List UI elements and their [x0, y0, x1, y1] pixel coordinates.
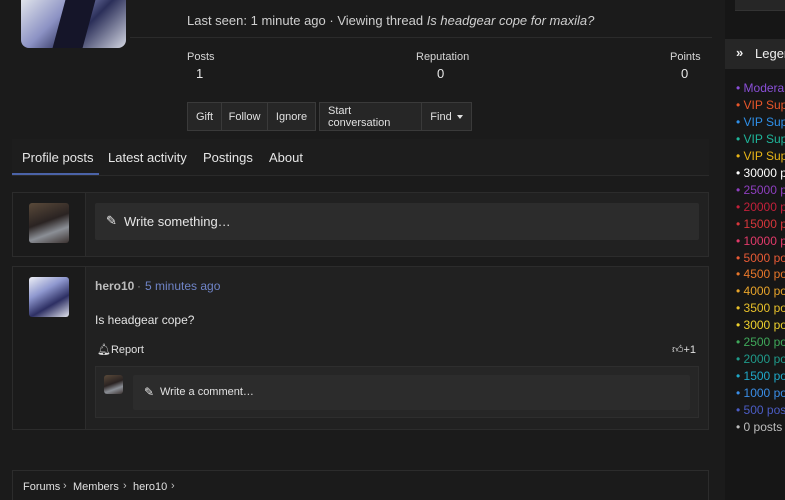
- breadcrumb-hero10[interactable]: hero10: [133, 481, 167, 493]
- stat-posts-label: Posts: [187, 51, 215, 63]
- tab-profile-posts[interactable]: Profile posts: [22, 150, 94, 165]
- write-comment-input[interactable]: ✎ Write a comment…: [133, 375, 690, 410]
- stat-posts-value[interactable]: 1: [196, 66, 203, 81]
- pencil-icon: ✎: [106, 213, 117, 228]
- main-content: Last seen: 1 minute ago · Viewing thread…: [0, 0, 725, 500]
- legend-item: • 2500 po: [736, 335, 785, 350]
- comment-avatar[interactable]: [104, 375, 123, 394]
- stat-points-label: Points: [670, 51, 701, 63]
- caret-down-icon: [456, 114, 463, 119]
- legend-item: • 1000 po: [736, 386, 785, 401]
- chevron-right-icon: ›: [63, 480, 67, 492]
- post-author-name[interactable]: hero10: [95, 279, 134, 293]
- find-label: Find: [430, 110, 452, 123]
- legend-item: • VIP Sup: [736, 114, 785, 129]
- chevron-right-icon: ›: [123, 480, 127, 492]
- legend-item: • 5000 po: [736, 250, 785, 265]
- report-label: Report: [110, 344, 144, 356]
- viewing-thread-link[interactable]: Is headgear cope for maxila?: [427, 13, 595, 28]
- stat-reputation-label: Reputation: [416, 51, 470, 63]
- like-label: +1: [683, 344, 697, 356]
- legend-item: • VIP Sup: [736, 131, 785, 146]
- legend-item: • 30000 p: [736, 165, 785, 180]
- legend-item: • 2000 po: [736, 352, 785, 367]
- find-menu-button[interactable]: Find: [422, 103, 471, 130]
- legend-item: • VIP Sup: [736, 148, 785, 163]
- composer-avatar[interactable]: [29, 203, 69, 243]
- pencil-icon: ✎: [144, 385, 155, 399]
- legend-item: • 1500 po: [736, 369, 785, 384]
- legend-item: • 10000 p: [736, 233, 785, 248]
- breadcrumb-members[interactable]: Members: [73, 481, 119, 493]
- like-button[interactable]: 👍︎+1: [672, 343, 696, 356]
- post-message: Is headgear cope?: [95, 313, 195, 327]
- report-button[interactable]: 🔔︎Report: [97, 343, 144, 356]
- gift-button[interactable]: Gift: [188, 103, 222, 130]
- start-conversation-button[interactable]: Start conversation: [320, 103, 422, 130]
- bell-icon: 🔔︎: [97, 344, 111, 356]
- write-comment-placeholder: Write a comment…: [160, 386, 254, 398]
- thumbs-up-icon: 👍︎: [672, 344, 684, 356]
- breadcrumb-forums[interactable]: Forums: [23, 481, 60, 493]
- stat-reputation-value: 0: [437, 66, 445, 81]
- post-timestamp[interactable]: 5 minutes ago: [145, 279, 220, 293]
- legend-item: • 25000 p: [736, 182, 785, 197]
- legend-item: • 500 pos: [736, 403, 785, 418]
- tab-latest-activity[interactable]: Latest activity: [108, 150, 187, 165]
- ignore-button[interactable]: Ignore: [268, 103, 315, 130]
- sidebar-top-block: [735, 0, 785, 11]
- legend-item: • 4000 po: [736, 284, 785, 299]
- write-something-placeholder: Write something…: [124, 214, 231, 229]
- double-chevron-right-icon: »: [736, 45, 744, 60]
- legend-item: • 20000 p: [736, 199, 785, 214]
- legend-item: • 4500 po: [736, 267, 785, 282]
- legend-item: • 0 posts: [736, 420, 783, 434]
- profile-action-group: Gift Follow Ignore: [187, 102, 316, 131]
- legend-title: Legend: [755, 46, 785, 61]
- active-tab-indicator: [12, 173, 99, 175]
- last-seen-prefix: Last seen: 1 minute ago · Viewing thread: [187, 13, 427, 28]
- stat-points-value[interactable]: 0: [681, 66, 688, 81]
- tab-about[interactable]: About: [269, 150, 303, 165]
- legend-item: • VIP Sup: [736, 97, 785, 112]
- follow-button[interactable]: Follow: [222, 103, 268, 130]
- tab-postings[interactable]: Postings: [203, 150, 253, 165]
- legend-item: • 3000 po: [736, 318, 785, 333]
- chevron-right-icon: ›: [171, 480, 175, 492]
- legend-item: • Modera: [736, 81, 785, 95]
- legend-item: • 3500 po: [736, 301, 785, 316]
- write-something-input[interactable]: ✎ Write something…: [95, 203, 699, 240]
- profile-avatar[interactable]: [21, 0, 126, 48]
- post-meta-separator: ·: [137, 279, 141, 293]
- profile-secondary-group: Start conversation Find: [319, 102, 472, 131]
- last-seen-text: Last seen: 1 minute ago · Viewing thread…: [187, 13, 594, 28]
- post-author-avatar[interactable]: [29, 277, 69, 317]
- legend-item: • 15000 p: [736, 216, 785, 231]
